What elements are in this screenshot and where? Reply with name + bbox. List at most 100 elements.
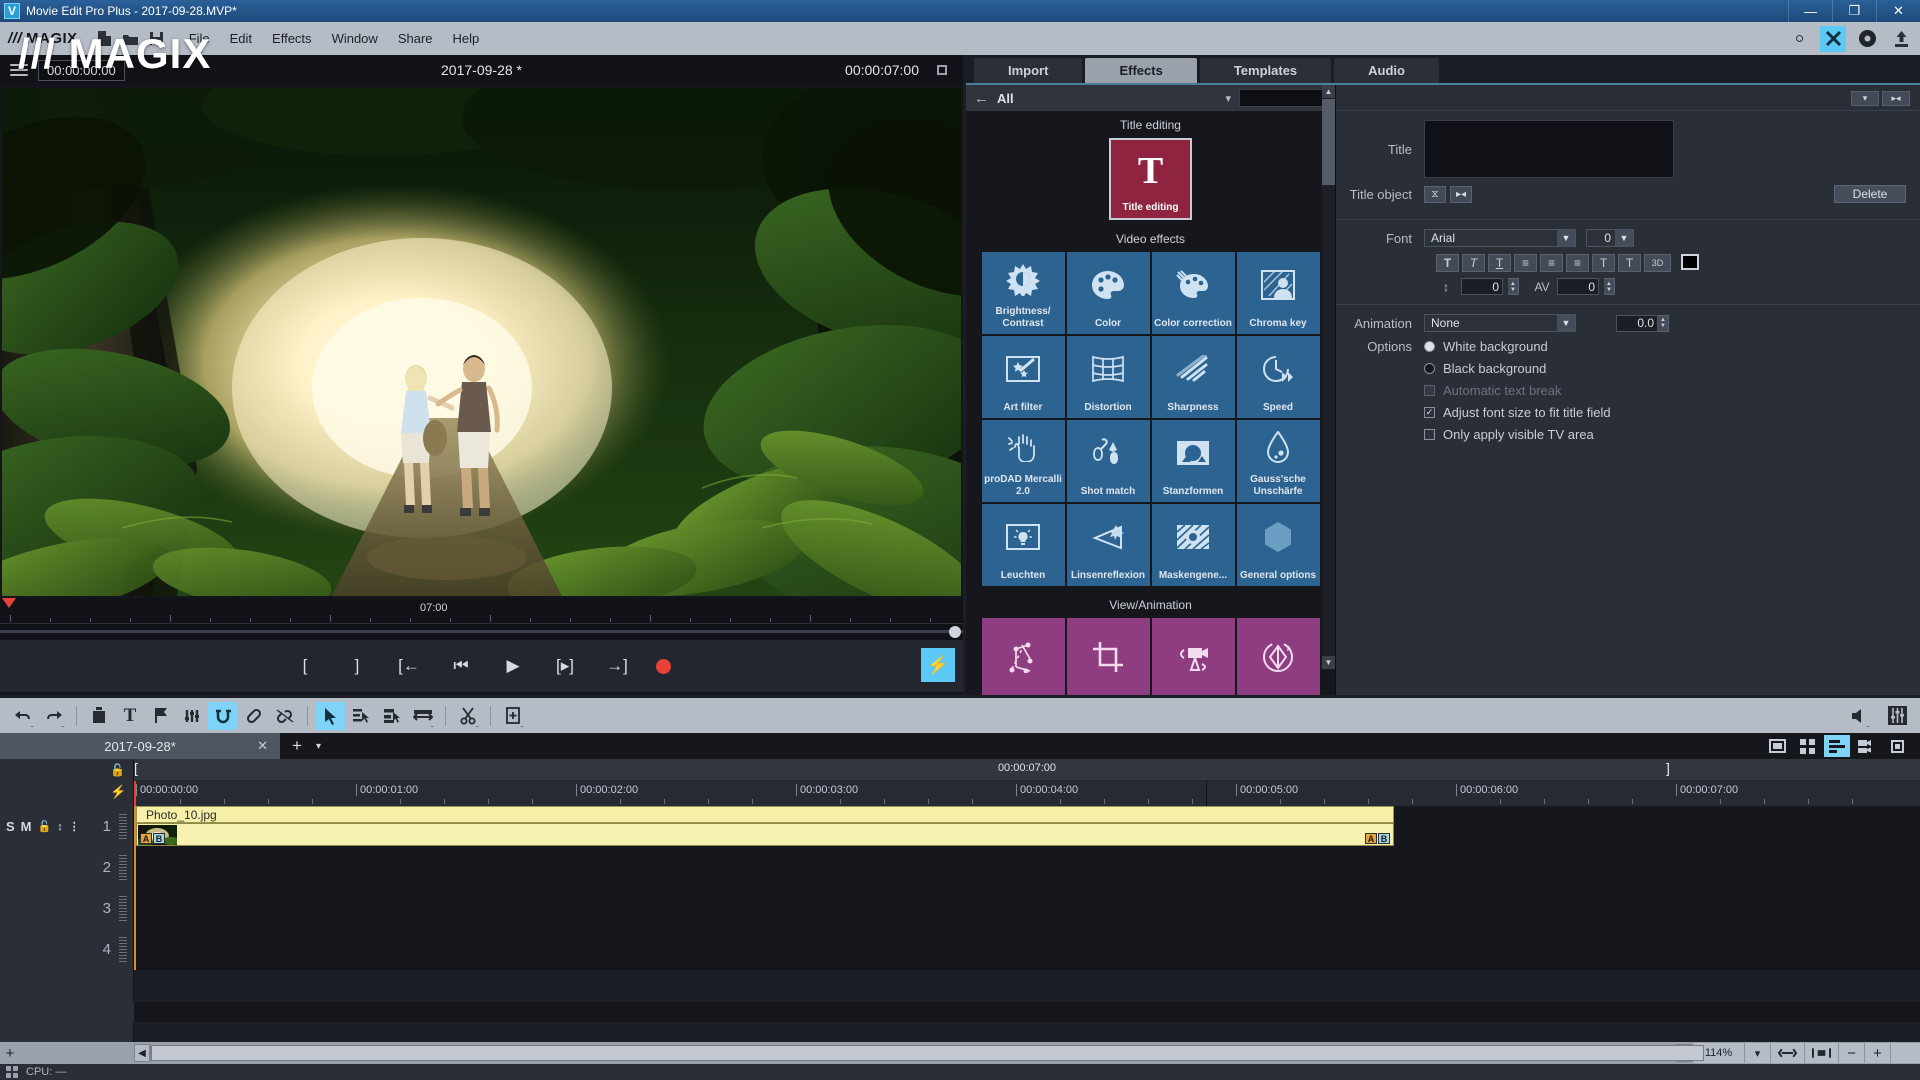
jump-to-end-button[interactable]: →] — [604, 653, 630, 679]
menu-window[interactable]: Window — [323, 27, 387, 50]
tile-camera-pan[interactable] — [1151, 618, 1235, 695]
lock-icon[interactable]: 🔓 — [38, 820, 52, 833]
zoom-in-button[interactable]: + — [1864, 1043, 1890, 1063]
horizontal-scrollbar[interactable] — [150, 1045, 1704, 1061]
auto-effects-icon[interactable]: ⚡ — [110, 784, 126, 800]
align-center-button[interactable]: ≡ — [1540, 254, 1563, 272]
selection-tool-button[interactable] — [315, 701, 345, 730]
effects-category-label[interactable]: All — [997, 91, 1217, 106]
center-vertical-button[interactable]: ⧖ — [1424, 185, 1446, 203]
track-body-4[interactable] — [134, 929, 1920, 970]
fit-selection-button[interactable] — [1804, 1043, 1838, 1063]
font-color-swatch[interactable] — [1681, 254, 1699, 270]
fade-a-badge[interactable]: A — [1365, 833, 1377, 844]
preview-position-marker[interactable] — [2, 598, 16, 608]
chevron-down-icon[interactable]: ▼ — [1557, 230, 1575, 246]
track-header-3[interactable]: 3 — [0, 888, 134, 929]
next-frame-button[interactable]: [▸] — [552, 653, 578, 679]
range-selection-bar[interactable]: [ 00:00:07:00 ] — [134, 759, 1920, 781]
mixer-button[interactable] — [1882, 702, 1912, 730]
tab-audio[interactable]: Audio — [1334, 58, 1439, 83]
underline-button[interactable]: T — [1488, 254, 1511, 272]
checkbox-adjust-font-size[interactable]: ✓ — [1424, 407, 1435, 418]
tile-gaussian-blur[interactable]: Gauss'sche Unschärfe — [1236, 420, 1320, 502]
animation-select[interactable]: None ▼ — [1424, 314, 1576, 332]
single-object-tool-button[interactable] — [346, 702, 376, 730]
track-body-2[interactable] — [134, 847, 1920, 888]
timeline-clip[interactable]: A B A B — [136, 823, 1394, 846]
align-right-button[interactable]: ≡ — [1566, 254, 1589, 272]
mute-button[interactable]: M — [21, 819, 32, 834]
audio-mix-button[interactable] — [177, 702, 207, 730]
scrollbar-thumb[interactable] — [151, 1045, 1704, 1061]
shadow-button[interactable]: T — [1618, 254, 1641, 272]
clip-fade-left-badges[interactable]: A B — [140, 833, 165, 844]
set-in-point-button[interactable]: [ — [292, 653, 318, 679]
menu-help[interactable]: Help — [444, 27, 489, 50]
tile-speed[interactable]: Speed — [1236, 336, 1320, 418]
search-input[interactable] — [1239, 89, 1327, 107]
radio-black-background[interactable] — [1424, 363, 1435, 374]
quick-render-button[interactable]: ⚡ — [921, 648, 955, 682]
tile-color[interactable]: Color — [1066, 252, 1150, 334]
back-arrow-icon[interactable]: ← — [974, 90, 989, 107]
fade-b-badge[interactable]: B — [153, 833, 165, 844]
tile-title-editing[interactable]: T Title editing — [1109, 138, 1192, 220]
track-fade-icon[interactable]: ⋮ — [69, 820, 80, 833]
font-family-select[interactable]: Arial ▼ — [1424, 229, 1576, 247]
track-header-4[interactable]: 4 — [0, 929, 134, 970]
tile-chroma-key[interactable]: Chroma key — [1236, 252, 1320, 334]
range-start-bracket[interactable]: [ — [134, 761, 138, 775]
line-spacing-value[interactable]: 0 — [1461, 278, 1503, 295]
new-document-icon[interactable] — [92, 26, 118, 52]
multicam-view-button[interactable] — [1854, 735, 1880, 757]
menu-file[interactable]: File — [180, 27, 219, 50]
clip-name-bar[interactable]: Photo_10.jpg — [136, 806, 1394, 823]
previous-frame-button[interactable]: ⏮ — [448, 653, 474, 679]
preview-position-slider[interactable] — [0, 624, 963, 638]
option-adjust-font-size[interactable]: ✓ Adjust font size to fit title field — [1336, 405, 1906, 420]
storyboard-view-button[interactable] — [1764, 735, 1790, 757]
tile-art-filter[interactable]: Art filter — [981, 336, 1065, 418]
preset-dropdown-button[interactable]: ▾ — [1851, 91, 1879, 106]
clip-fade-right-badges[interactable]: A B — [1365, 833, 1390, 844]
checkbox-only-visible-tv-area[interactable] — [1424, 429, 1435, 440]
redo-button[interactable]: ... — [39, 702, 69, 730]
tile-general-options[interactable]: General options — [1236, 504, 1320, 586]
tab-effects[interactable]: Effects — [1085, 58, 1197, 83]
option-white-background[interactable]: Options White background — [1336, 339, 1906, 354]
menu-effects[interactable]: Effects — [263, 27, 321, 50]
zoom-dropdown-button[interactable]: ▾ — [1744, 1043, 1770, 1063]
disc-icon[interactable] — [1854, 26, 1880, 52]
play-button[interactable]: ▶ — [500, 653, 526, 679]
solo-button[interactable]: S — [6, 819, 15, 834]
tile-brightness-contrast[interactable]: Brightness/ Contrast — [981, 252, 1065, 334]
outline-button[interactable]: T — [1592, 254, 1615, 272]
timeline-ruler[interactable]: 00:00:00:00 00:00:01:00 00:00:02:00 00:0… — [134, 781, 1920, 806]
playhead[interactable] — [1206, 781, 1207, 806]
track-header-1[interactable]: S M 🔓 ↕ ⋮ 1 — [0, 806, 134, 847]
stretch-tool-button[interactable]: ... — [408, 702, 438, 730]
scroll-up-button[interactable]: ▲ — [1322, 85, 1335, 98]
track-height-icon[interactable]: ↕ — [57, 821, 63, 833]
scrollbar-thumb[interactable] — [1322, 99, 1335, 185]
add-project-button[interactable]: + — [292, 736, 302, 756]
option-black-background[interactable]: Black background — [1336, 361, 1906, 376]
fade-b-badge[interactable]: B — [1378, 833, 1390, 844]
track-header-2[interactable]: 2 — [0, 847, 134, 888]
current-timecode-field[interactable]: 00:00:00:00 — [38, 59, 125, 81]
line-spacing-stepper[interactable]: ▲ ▼ — [1508, 278, 1519, 295]
tile-sharpness[interactable]: Sharpness — [1151, 336, 1235, 418]
upload-icon[interactable] — [1888, 26, 1914, 52]
marker-button[interactable] — [146, 702, 176, 730]
track-body-1[interactable]: Photo_10.jpg A B A B — [134, 806, 1920, 847]
zoom-out-button[interactable]: − — [1838, 1043, 1864, 1063]
volume-button[interactable]: ... — [1844, 702, 1874, 730]
track-resize-grip[interactable] — [119, 855, 127, 881]
title-button[interactable]: T — [115, 702, 145, 730]
multi-object-tool-button[interactable] — [377, 702, 407, 730]
insert-tool-button[interactable]: ... — [498, 702, 528, 730]
chevron-down-icon[interactable]: ▾ — [316, 741, 321, 752]
radio-white-background[interactable] — [1424, 341, 1435, 352]
set-out-point-button[interactable]: ] — [344, 653, 370, 679]
